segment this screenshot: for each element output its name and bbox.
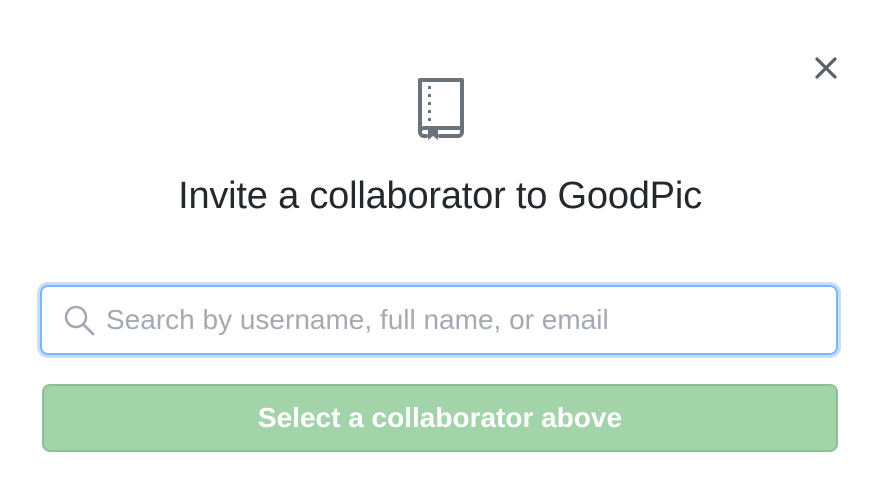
select-collaborator-button[interactable]: Select a collaborator above	[42, 384, 838, 452]
search-field[interactable]	[40, 285, 838, 355]
close-icon	[815, 57, 837, 79]
search-input[interactable]	[106, 295, 824, 345]
repo-book-icon	[418, 78, 464, 140]
invite-collaborator-dialog: Invite a collaborator to GoodPic Select …	[0, 0, 880, 484]
search-icon	[64, 305, 95, 336]
close-button[interactable]	[810, 52, 842, 84]
dialog-title: Invite a collaborator to GoodPic	[178, 175, 702, 217]
